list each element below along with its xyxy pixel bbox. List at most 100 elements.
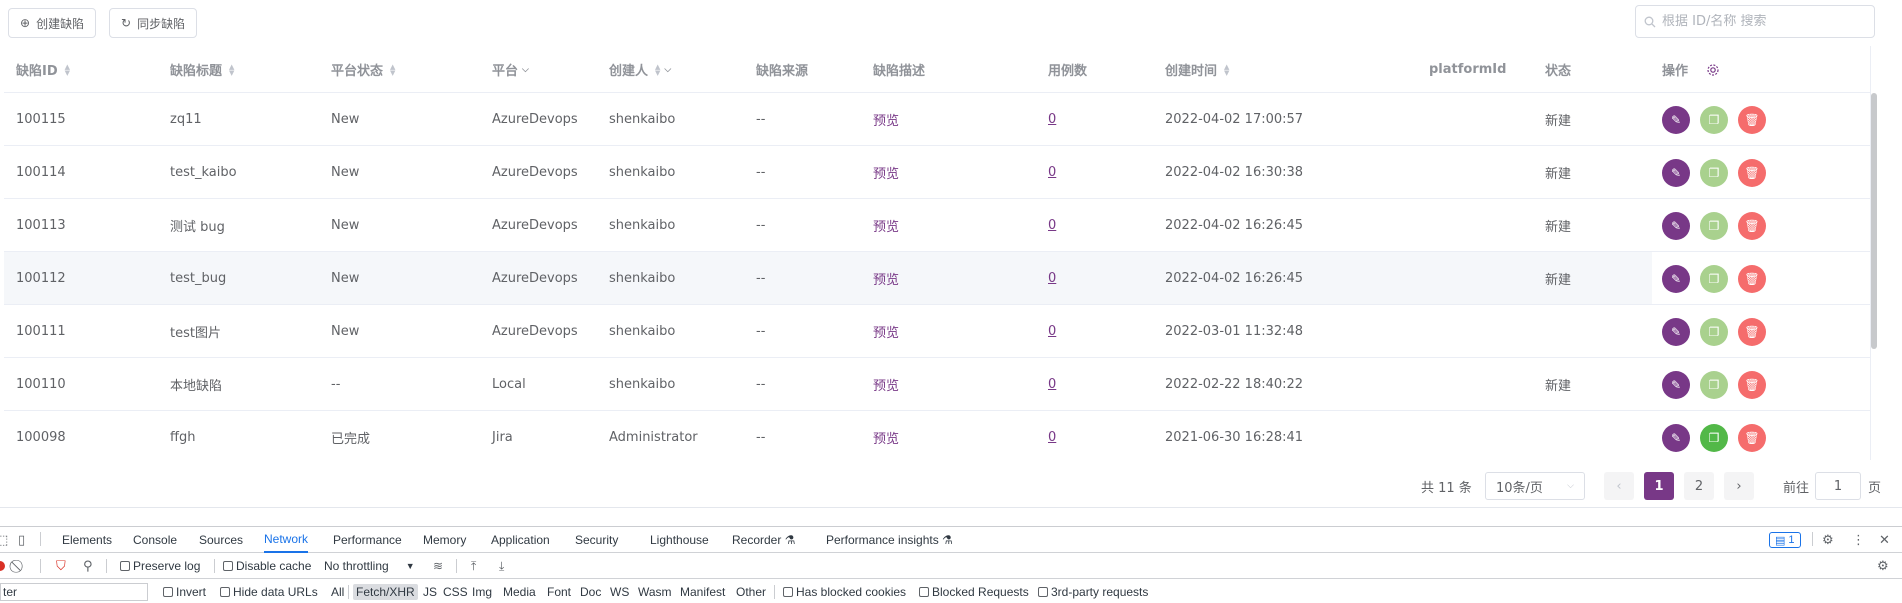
- type-filter-other[interactable]: Other: [733, 580, 769, 603]
- network-settings-gear-icon[interactable]: ⚙: [1877, 554, 1889, 578]
- page-button-2[interactable]: 2: [1684, 472, 1714, 500]
- edit-button[interactable]: ✎: [1662, 211, 1690, 240]
- case-count-link[interactable]: 0: [1048, 358, 1056, 411]
- case-count-link[interactable]: 0: [1048, 252, 1056, 305]
- devtools-tab-security[interactable]: Security: [575, 527, 618, 553]
- hide-data-urls-checkbox[interactable]: Hide data URLs: [220, 580, 318, 603]
- delete-button[interactable]: 🗑: [1738, 158, 1766, 187]
- preview-link[interactable]: 预览: [873, 358, 899, 411]
- table-row[interactable]: 100115 zq11 New AzureDevops shenkaibo --…: [4, 93, 1870, 146]
- prev-page-button[interactable]: ‹: [1604, 472, 1634, 500]
- case-count-link[interactable]: 0: [1048, 411, 1056, 462]
- header-id[interactable]: 缺陷ID ▲ ▼: [16, 46, 70, 93]
- goto-page-input[interactable]: [1815, 472, 1861, 500]
- edit-button[interactable]: ✎: [1662, 423, 1690, 452]
- table-row[interactable]: 100110 本地缺陷 -- Local shenkaibo -- 预览 0 2…: [4, 358, 1870, 411]
- issues-badge[interactable]: ▤ 1: [1769, 532, 1801, 548]
- case-count-link[interactable]: 0: [1048, 305, 1056, 358]
- delete-button[interactable]: 🗑: [1738, 264, 1766, 293]
- sort-icon[interactable]: ▲ ▼: [655, 63, 660, 76]
- devtools-tab-performance-insights[interactable]: Performance insights ⚗: [826, 527, 953, 553]
- header-platform[interactable]: 平台 ⌵: [492, 46, 529, 93]
- column-settings-icon[interactable]: [1706, 63, 1720, 77]
- type-filter-all[interactable]: All: [328, 580, 347, 603]
- table-row[interactable]: 100098 ffgh 已完成 Jira Administrator -- 预览…: [4, 411, 1870, 462]
- type-filter-ws[interactable]: WS: [607, 580, 632, 603]
- more-vertical-icon[interactable]: ⋮: [1852, 527, 1865, 553]
- header-platform-status[interactable]: 平台状态 ▲ ▼: [331, 46, 395, 93]
- next-page-button[interactable]: ›: [1724, 472, 1754, 500]
- case-count-link[interactable]: 0: [1048, 93, 1056, 146]
- filter-chevron-icon[interactable]: ⌵: [522, 65, 529, 75]
- type-filter-css[interactable]: CSS: [440, 580, 471, 603]
- copy-button[interactable]: ❐: [1700, 158, 1728, 187]
- network-filter-input[interactable]: [0, 583, 148, 601]
- sort-icon[interactable]: ▲ ▼: [390, 63, 395, 76]
- delete-button[interactable]: 🗑: [1738, 423, 1766, 452]
- header-create-time[interactable]: 创建时间 ▲ ▼: [1165, 46, 1229, 93]
- copy-button[interactable]: ❐: [1700, 211, 1728, 240]
- preview-link[interactable]: 预览: [873, 411, 899, 462]
- copy-button[interactable]: ❐: [1700, 370, 1728, 399]
- delete-button[interactable]: 🗑: [1738, 211, 1766, 240]
- copy-button[interactable]: ❐: [1700, 264, 1728, 293]
- header-creator[interactable]: 创建人 ▲ ▼ ⌵: [609, 46, 671, 93]
- preserve-log-checkbox[interactable]: Preserve log: [120, 554, 200, 578]
- table-row[interactable]: 100112 test_bug New AzureDevops shenkaib…: [4, 252, 1870, 305]
- type-filter-media[interactable]: Media: [500, 580, 539, 603]
- sort-icon[interactable]: ▲ ▼: [65, 63, 70, 76]
- delete-button[interactable]: 🗑: [1738, 105, 1766, 134]
- table-row[interactable]: 100111 test图片 New AzureDevops shenkaibo …: [4, 305, 1870, 358]
- devtools-tab-elements[interactable]: Elements: [62, 527, 112, 553]
- type-filter-fetch-xhr[interactable]: Fetch/XHR: [353, 580, 418, 603]
- filter-icon[interactable]: ⛉: [56, 554, 66, 578]
- delete-button[interactable]: 🗑: [1738, 317, 1766, 346]
- type-filter-doc[interactable]: Doc: [577, 580, 604, 603]
- copy-button[interactable]: ❐: [1700, 423, 1728, 452]
- filter-chevron-icon[interactable]: ⌵: [664, 65, 671, 75]
- copy-button[interactable]: ❐: [1700, 105, 1728, 134]
- preview-link[interactable]: 预览: [873, 199, 899, 252]
- third-party-checkbox[interactable]: 3rd-party requests: [1038, 580, 1148, 603]
- edit-button[interactable]: ✎: [1662, 158, 1690, 187]
- page-size-select[interactable]: 10条/页 ⌵: [1485, 472, 1585, 500]
- device-toolbar-icon[interactable]: ▯: [18, 527, 25, 553]
- record-icon[interactable]: [0, 554, 5, 578]
- preview-link[interactable]: 预览: [873, 252, 899, 305]
- edit-button[interactable]: ✎: [1662, 317, 1690, 346]
- type-filter-img[interactable]: Img: [469, 580, 495, 603]
- type-filter-font[interactable]: Font: [544, 580, 574, 603]
- download-icon[interactable]: ⤓: [499, 554, 504, 578]
- blocked-requests-checkbox[interactable]: Blocked Requests: [919, 580, 1029, 603]
- header-title[interactable]: 缺陷标题 ▲ ▼: [170, 46, 234, 93]
- sort-icon[interactable]: ▲ ▼: [229, 63, 234, 76]
- type-filter-js[interactable]: JS: [420, 580, 440, 603]
- inspect-element-icon[interactable]: ⬚: [0, 527, 8, 553]
- devtools-tab-network[interactable]: Network: [264, 527, 309, 553]
- preview-link[interactable]: 预览: [873, 305, 899, 358]
- edit-button[interactable]: ✎: [1662, 264, 1690, 293]
- search-icon[interactable]: ⚲: [83, 554, 93, 578]
- preview-link[interactable]: 预览: [873, 93, 899, 146]
- sort-icon[interactable]: ▲ ▼: [1224, 63, 1229, 76]
- devtools-tab-performance[interactable]: Performance: [333, 527, 402, 553]
- table-row[interactable]: 100113 测试 bug New AzureDevops shenkaibo …: [4, 199, 1870, 252]
- create-issue-button[interactable]: ⊕ 创建缺陷: [8, 8, 97, 38]
- search-input[interactable]: [1662, 14, 1862, 29]
- devtools-tab-sources[interactable]: Sources: [199, 527, 243, 553]
- gear-icon[interactable]: ⚙: [1822, 527, 1834, 553]
- throttling-select[interactable]: No throttling ▼: [324, 554, 415, 578]
- page-button-1[interactable]: 1: [1644, 472, 1674, 500]
- devtools-tab-application[interactable]: Application: [491, 527, 550, 553]
- table-row[interactable]: 100114 test_kaibo New AzureDevops shenka…: [4, 146, 1870, 199]
- case-count-link[interactable]: 0: [1048, 199, 1056, 252]
- edit-button[interactable]: ✎: [1662, 370, 1690, 399]
- close-icon[interactable]: ✕: [1879, 527, 1890, 553]
- vertical-scrollbar[interactable]: [1871, 93, 1877, 349]
- delete-button[interactable]: 🗑: [1738, 370, 1766, 399]
- invert-checkbox[interactable]: Invert: [163, 580, 206, 603]
- copy-button[interactable]: ❐: [1700, 317, 1728, 346]
- devtools-tab-console[interactable]: Console: [133, 527, 177, 553]
- has-blocked-cookies-checkbox[interactable]: Has blocked cookies: [783, 580, 906, 603]
- preview-link[interactable]: 预览: [873, 146, 899, 199]
